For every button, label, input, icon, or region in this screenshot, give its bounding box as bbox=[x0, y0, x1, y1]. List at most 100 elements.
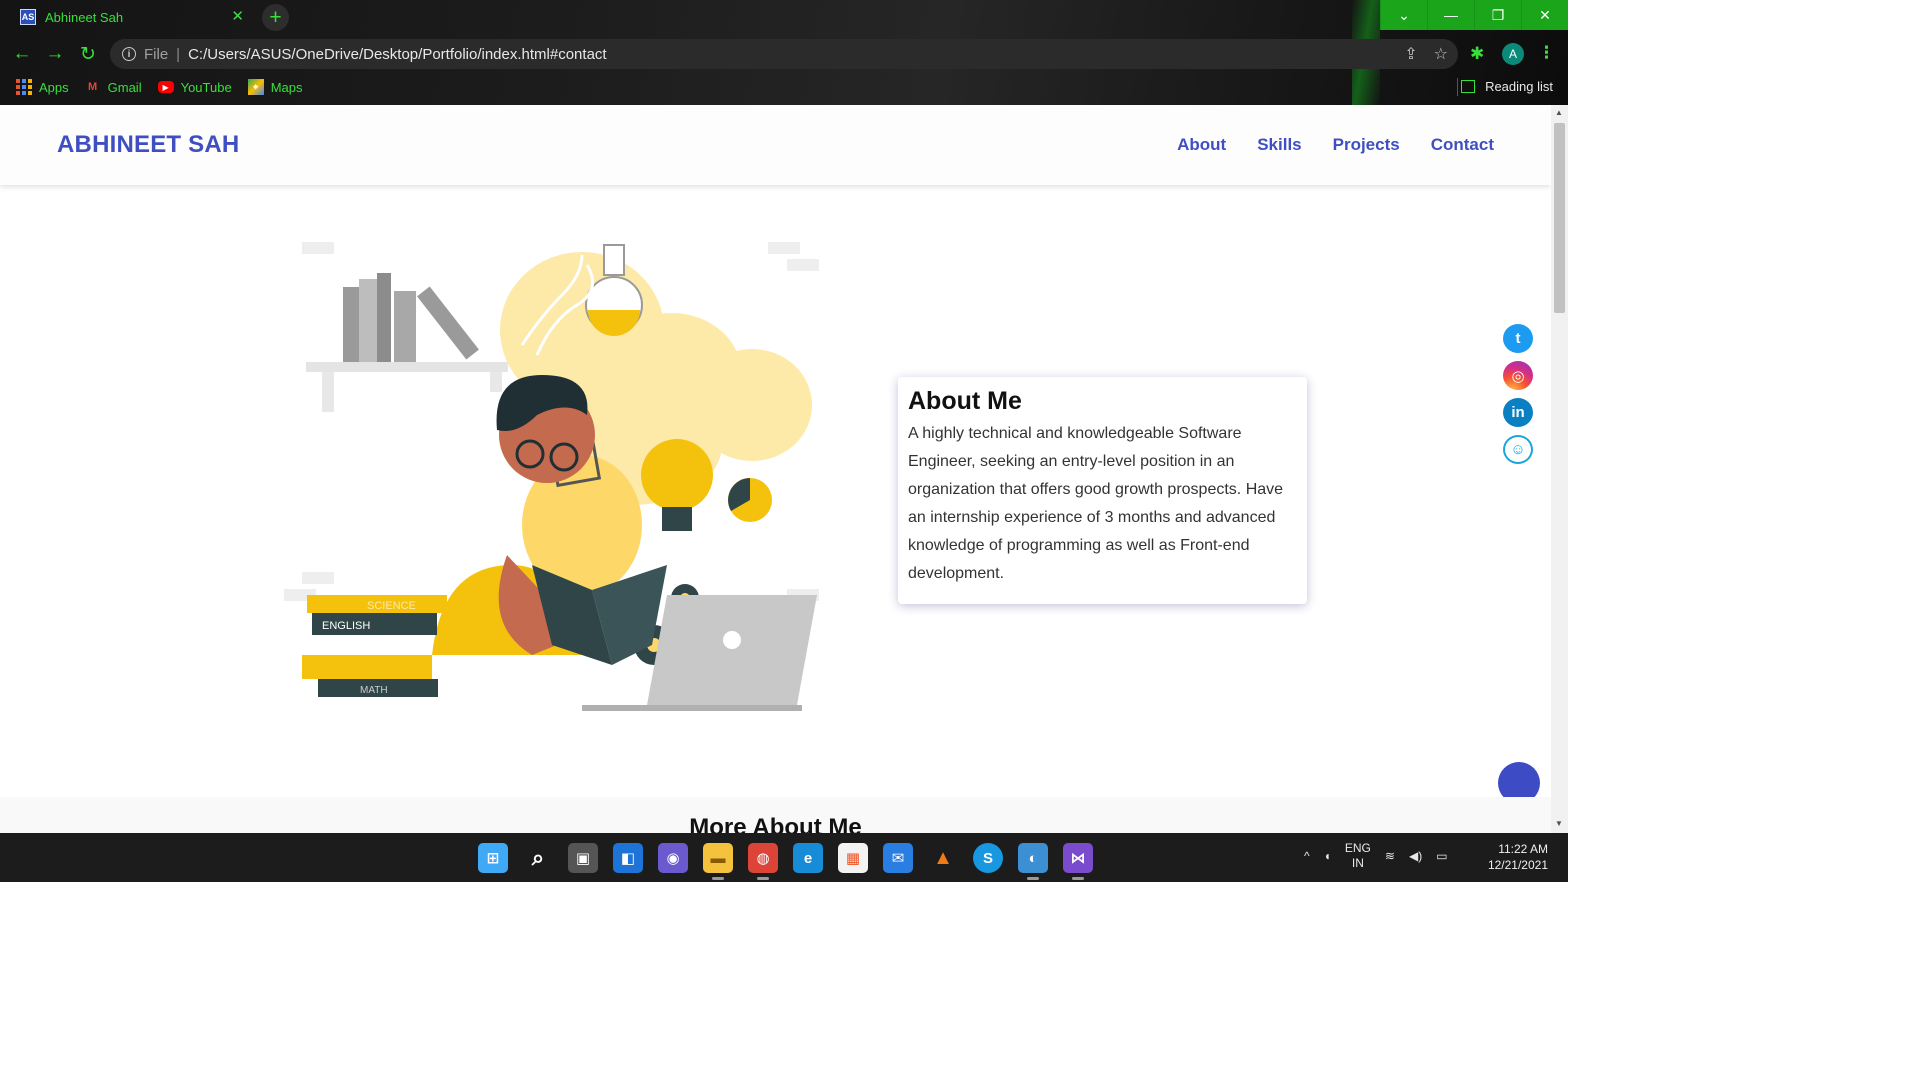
extensions-icon[interactable]: ✱ bbox=[1470, 44, 1484, 64]
bookshelf bbox=[306, 273, 508, 412]
maps-icon: ⌖ bbox=[247, 79, 264, 95]
back-icon[interactable]: ← bbox=[10, 42, 34, 66]
share-icon[interactable]: ⇪ bbox=[1404, 44, 1417, 64]
bookmarks-bar: Apps M Gmail ▶ YouTube ⌖ Maps Reading li… bbox=[0, 74, 1568, 100]
site-header: ABHINEET SAH About Skills Projects Conta… bbox=[0, 105, 1551, 185]
about-card: About Me A highly technical and knowledg… bbox=[898, 377, 1307, 604]
url-text[interactable]: C:/Users/ASUS/OneDrive/Desktop/Portfolio… bbox=[188, 46, 607, 63]
scroll-thumb[interactable] bbox=[1554, 123, 1565, 313]
bookmark-gmail[interactable]: M Gmail bbox=[85, 79, 142, 95]
nav-contact[interactable]: Contact bbox=[1431, 135, 1494, 155]
tab-close-icon[interactable]: ✕ bbox=[231, 8, 244, 26]
start-icon[interactable]: ⊞ bbox=[478, 843, 508, 873]
nav-projects[interactable]: Projects bbox=[1333, 135, 1400, 155]
volume-icon[interactable]: ◀) bbox=[1409, 849, 1422, 863]
language-indicator[interactable]: ENG IN bbox=[1345, 841, 1371, 871]
show-hidden-icons-chevron[interactable]: ^ bbox=[1304, 849, 1310, 863]
site-logo[interactable]: ABHINEET SAH bbox=[57, 131, 239, 159]
omnibox-actions: ⇪ ☆ bbox=[1404, 44, 1448, 64]
youtube-icon: ▶ bbox=[157, 81, 174, 93]
language-code: ENG bbox=[1344, 841, 1371, 855]
bookmark-maps[interactable]: ⌖ Maps bbox=[247, 79, 303, 95]
mail-icon[interactable]: ✉ bbox=[883, 843, 913, 873]
deco-block bbox=[787, 259, 819, 271]
clock-time: 11:22 AM bbox=[1498, 842, 1548, 856]
social-links: t ◎ in ☺ bbox=[1503, 324, 1533, 464]
tab-search-icon[interactable]: ⌄ bbox=[1380, 0, 1427, 30]
taskbar-apps: ⊞ ⌕ ▣ ◧ ◉ ▬ ◍ e ▦ ✉ ▲ S ◐ ⋈ bbox=[478, 843, 1093, 880]
about-title: About Me bbox=[908, 387, 1022, 415]
profile-avatar[interactable]: A bbox=[1502, 43, 1524, 65]
store-icon[interactable]: ▦ bbox=[838, 843, 868, 873]
reload-icon[interactable]: ↻ bbox=[76, 42, 100, 66]
bookmark-label: Apps bbox=[39, 79, 69, 95]
windows-taskbar: ⊞ ⌕ ▣ ◧ ◉ ▬ ◍ e ▦ ✉ ▲ S ◐ ⋈ ^ ◖ ENG IN ≋… bbox=[0, 833, 1568, 882]
skype-icon[interactable]: S bbox=[973, 843, 1003, 873]
reading-list-label: Reading list bbox=[1485, 79, 1553, 94]
nav-skills[interactable]: Skills bbox=[1257, 135, 1301, 155]
about-text: A highly technical and knowledgeable Sof… bbox=[908, 425, 1284, 582]
address-bar[interactable]: i File | C:/Users/ASUS/OneDrive/Desktop/… bbox=[110, 39, 1458, 69]
bookmarks-divider bbox=[1457, 78, 1458, 96]
battery-icon[interactable]: ▭ bbox=[1436, 849, 1447, 863]
system-tray: ^ ◖ ENG IN ≋ ◀) ▭ bbox=[1304, 841, 1448, 871]
site-info-icon[interactable]: i bbox=[122, 47, 136, 61]
restore-button[interactable]: ❐ bbox=[1474, 0, 1521, 30]
window-controls: ⌄ — ❐ ✕ bbox=[1380, 0, 1568, 30]
gmail-icon: M bbox=[88, 81, 98, 93]
paint-3d-icon[interactable]: ◐ bbox=[1018, 843, 1048, 880]
file-explorer-icon[interactable]: ▬ bbox=[703, 843, 733, 880]
github-icon[interactable]: ☺ bbox=[1503, 435, 1533, 464]
browser-toolbar: ← → ↻ i File | C:/Users/ASUS/OneDrive/De… bbox=[0, 36, 1568, 72]
bookmark-label: Gmail bbox=[107, 79, 142, 95]
tab-strip: AS Abhineet Sah ✕ + ⌄ — ❐ ✕ bbox=[0, 0, 1568, 34]
bookmark-youtube[interactable]: ▶ YouTube bbox=[157, 80, 232, 95]
clock-date: 12/21/2021 bbox=[1487, 858, 1548, 872]
deco-block bbox=[302, 572, 334, 584]
twitter-icon[interactable]: t bbox=[1503, 324, 1533, 353]
book-label-english: ENGLISH bbox=[322, 620, 370, 632]
reading-list-icon bbox=[1461, 80, 1476, 93]
book-label-math: MATH bbox=[360, 685, 388, 696]
page-scrollbar[interactable]: ▲ ▼ bbox=[1551, 105, 1568, 833]
forward-icon[interactable]: → bbox=[43, 42, 67, 66]
chrome-icon[interactable]: ◍ bbox=[748, 843, 778, 880]
close-window-button[interactable]: ✕ bbox=[1521, 0, 1568, 30]
bookmark-label: Maps bbox=[270, 79, 303, 95]
more-about-title: More About Me bbox=[689, 814, 862, 833]
tab-portfolio[interactable]: AS Abhineet Sah ✕ bbox=[8, 0, 256, 34]
reading-list-button[interactable]: Reading list bbox=[1461, 79, 1553, 94]
book-stack: SCIENCE ENGLISH MATH bbox=[302, 595, 447, 697]
address-separator: | bbox=[176, 45, 181, 63]
tab-title: Abhineet Sah bbox=[45, 9, 124, 25]
widgets-icon[interactable]: ◧ bbox=[613, 843, 643, 873]
edge-icon[interactable]: e bbox=[793, 843, 823, 873]
pie-chart bbox=[728, 478, 772, 522]
bookmark-apps[interactable]: Apps bbox=[16, 79, 69, 95]
apps-grid-icon bbox=[16, 79, 32, 95]
deco-block bbox=[302, 242, 334, 254]
menu-kebab-icon[interactable]: ⋮ bbox=[1538, 43, 1555, 63]
scroll-up-icon[interactable]: ▲ bbox=[1555, 108, 1563, 117]
wifi-icon[interactable]: ≋ bbox=[1385, 849, 1395, 863]
task-view-icon[interactable]: ▣ bbox=[568, 843, 598, 873]
bookmark-star-icon[interactable]: ☆ bbox=[1434, 44, 1448, 64]
lightbulb bbox=[641, 439, 713, 531]
minimize-button[interactable]: — bbox=[1427, 0, 1474, 30]
student-illustration: E = mc² SCIENCE ENGLISH MATH bbox=[284, 242, 819, 711]
taskbar-clock[interactable]: 11:22 AM 12/21/2021 bbox=[1488, 841, 1548, 873]
search-icon[interactable]: ⌕ bbox=[523, 843, 553, 873]
microphone-icon[interactable]: ◖ bbox=[1324, 849, 1331, 863]
nav-about[interactable]: About bbox=[1177, 135, 1226, 155]
instagram-icon[interactable]: ◎ bbox=[1503, 361, 1533, 390]
book-label-science: SCIENCE bbox=[367, 600, 416, 612]
browser-chrome: AS Abhineet Sah ✕ + ⌄ — ❐ ✕ ← → ↻ i File… bbox=[0, 0, 1568, 105]
new-tab-button[interactable]: + bbox=[262, 4, 289, 31]
linkedin-icon[interactable]: in bbox=[1503, 398, 1533, 427]
visual-studio-icon[interactable]: ⋈ bbox=[1063, 843, 1093, 880]
favicon-icon: AS bbox=[20, 9, 36, 25]
teams-chat-icon[interactable]: ◉ bbox=[658, 843, 688, 873]
scroll-down-icon[interactable]: ▼ bbox=[1555, 819, 1563, 828]
web-page: ABHINEET SAH About Skills Projects Conta… bbox=[0, 105, 1551, 833]
vlc-icon[interactable]: ▲ bbox=[928, 843, 958, 873]
